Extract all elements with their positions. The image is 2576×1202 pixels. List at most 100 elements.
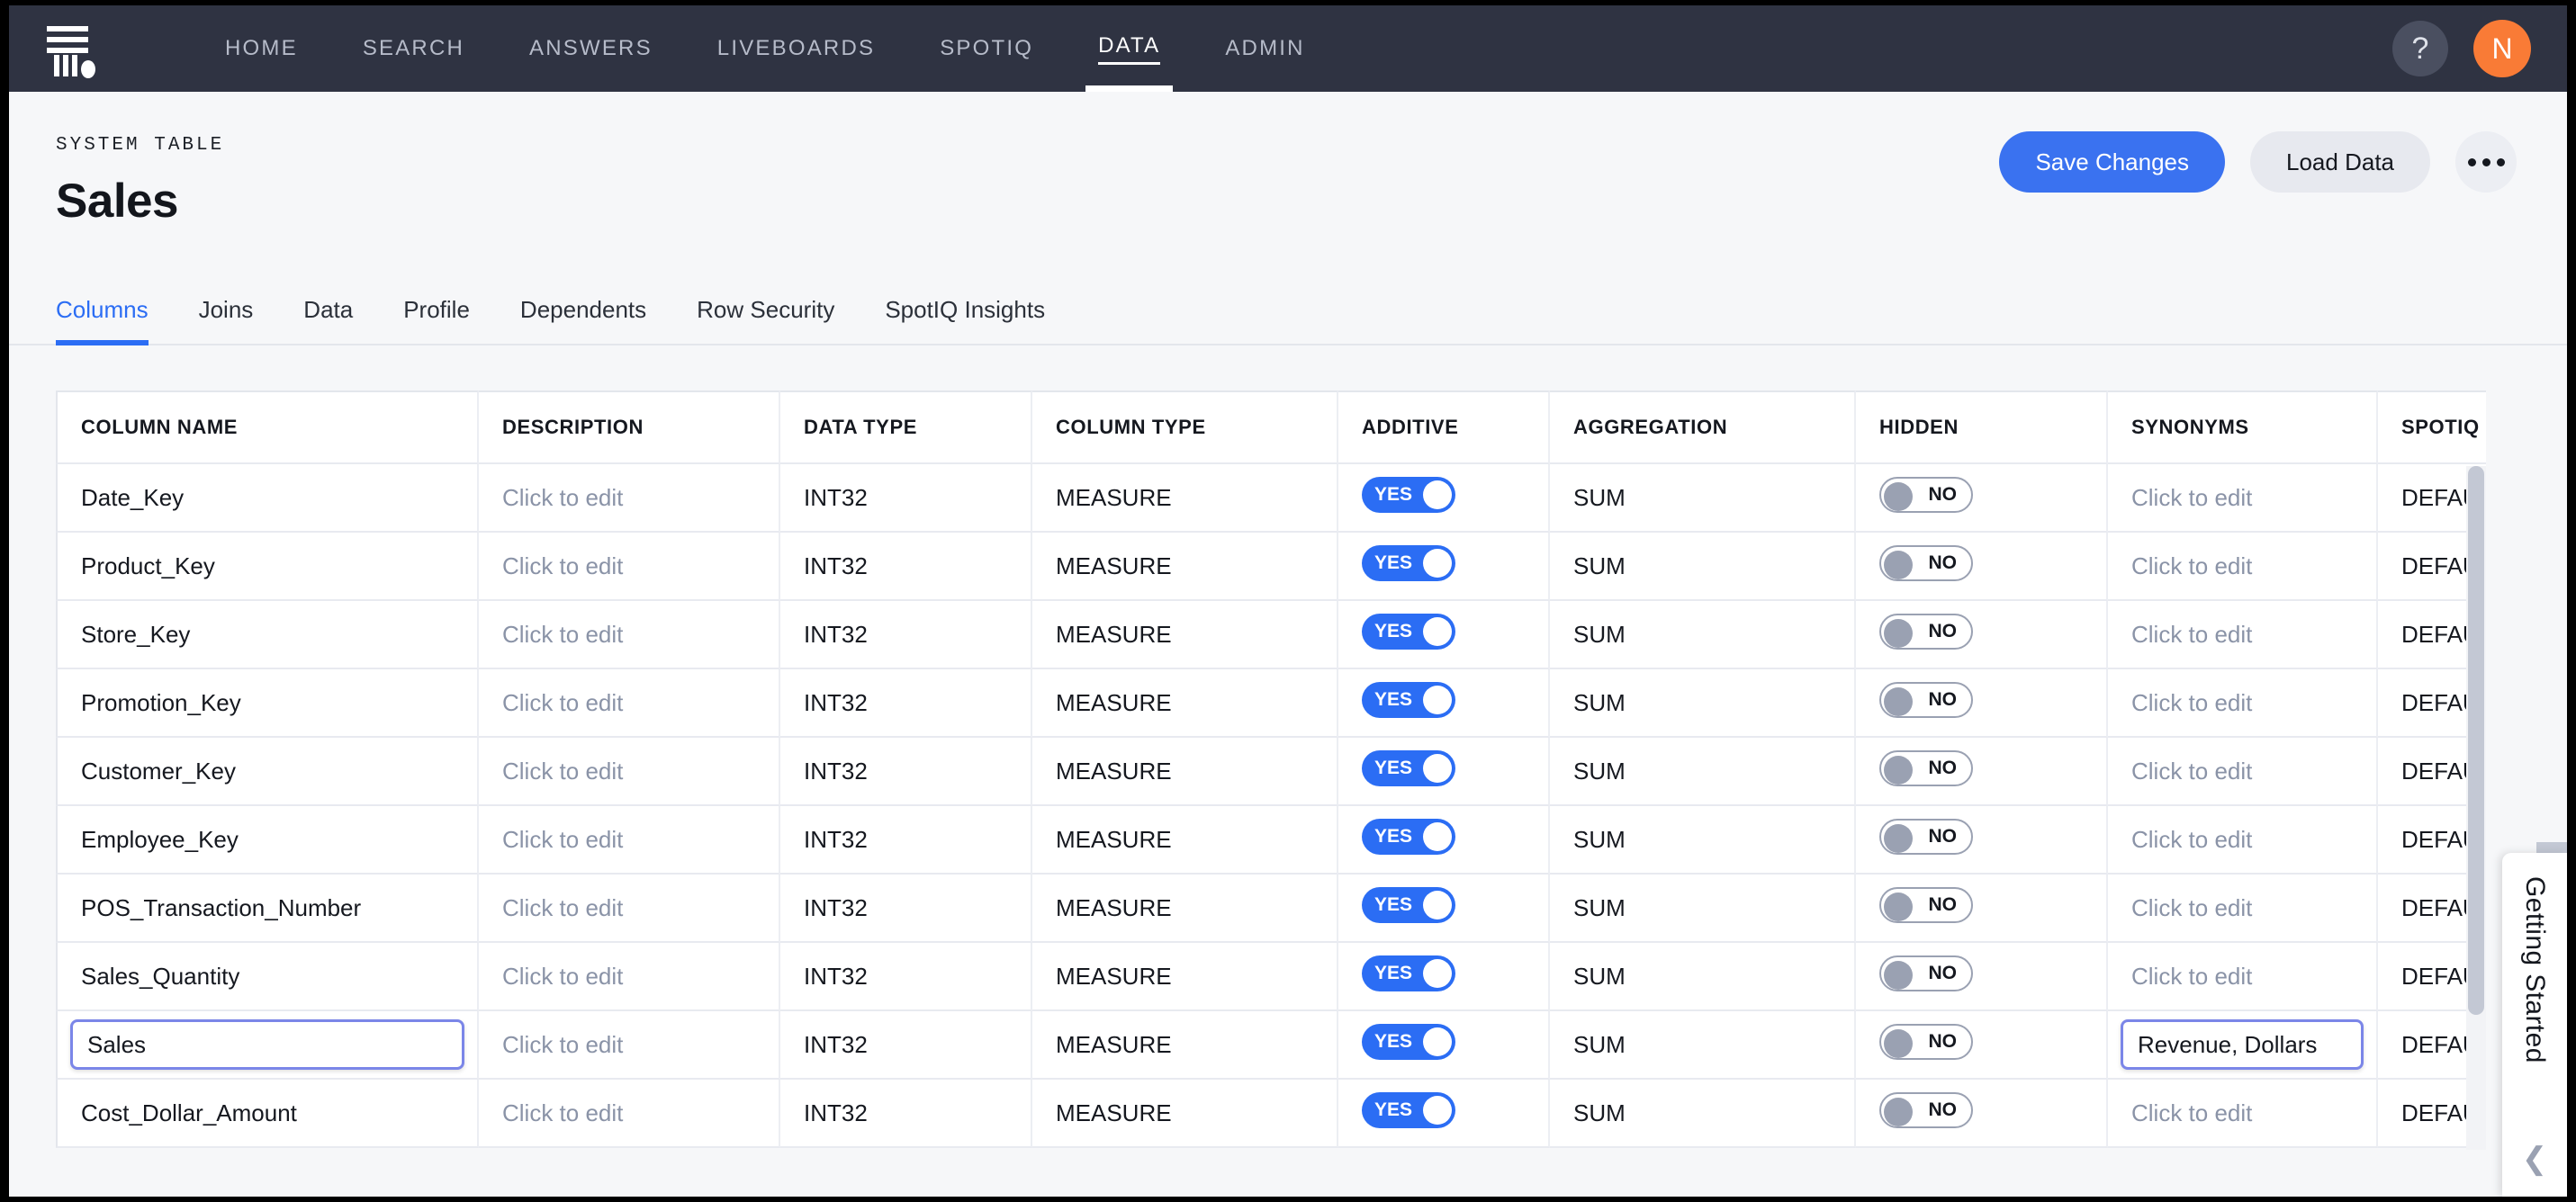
nav-item-liveboards[interactable]: LIVEBOARDS	[685, 5, 907, 92]
column-header-data-type[interactable]: DATA TYPE	[780, 390, 1032, 464]
nav-item-data[interactable]: DATA	[1066, 5, 1193, 92]
help-icon[interactable]: ?	[2392, 21, 2448, 76]
nav-item-spotiq[interactable]: SPOTIQ	[907, 5, 1066, 92]
column-name-input[interactable]: Sales	[56, 1011, 479, 1080]
getting-started-panel-tab[interactable]: Getting Started ❮	[2502, 853, 2567, 1197]
column-header-description[interactable]: DESCRIPTION	[479, 390, 780, 464]
tab-joins[interactable]: Joins	[174, 296, 279, 344]
aggregation-cell[interactable]: SUM	[1550, 601, 1856, 669]
additive-toggle[interactable]: YES	[1362, 818, 1455, 855]
additive-toggle[interactable]: YES	[1362, 544, 1455, 581]
column-type-cell[interactable]: MEASURE	[1032, 943, 1338, 1011]
additive-toggle[interactable]: YES	[1362, 749, 1455, 786]
synonyms-cell[interactable]: Click to edit	[2108, 533, 2378, 601]
data-type-cell[interactable]: INT32	[780, 943, 1032, 1011]
hidden-toggle[interactable]: NO	[1879, 1023, 1973, 1060]
column-name-cell[interactable]: POS_Transaction_Number	[56, 875, 479, 943]
hidden-toggle[interactable]: NO	[1879, 749, 1973, 786]
aggregation-cell[interactable]: SUM	[1550, 875, 1856, 943]
column-type-cell[interactable]: MEASURE	[1032, 1011, 1338, 1080]
column-name-cell[interactable]: Promotion_Key	[56, 669, 479, 738]
hidden-toggle[interactable]: NO	[1879, 955, 1973, 991]
column-type-cell[interactable]: MEASURE	[1032, 738, 1338, 806]
description-cell[interactable]: Click to edit	[479, 1011, 780, 1080]
data-type-cell[interactable]: INT32	[780, 1080, 1032, 1148]
tab-row-security[interactable]: Row Security	[671, 296, 860, 344]
column-type-cell[interactable]: MEASURE	[1032, 464, 1338, 533]
additive-toggle[interactable]: YES	[1362, 613, 1455, 650]
synonyms-input-value[interactable]: Revenue, Dollars	[2121, 1019, 2364, 1070]
additive-toggle[interactable]: YES	[1362, 886, 1455, 923]
additive-toggle[interactable]: YES	[1362, 955, 1455, 991]
data-type-cell[interactable]: INT32	[780, 1011, 1032, 1080]
additive-toggle[interactable]: YES	[1362, 1023, 1455, 1060]
column-name-cell[interactable]: Customer_Key	[56, 738, 479, 806]
aggregation-cell[interactable]: SUM	[1550, 806, 1856, 875]
description-cell[interactable]: Click to edit	[479, 1080, 780, 1148]
save-changes-button[interactable]: Save Changes	[1999, 131, 2226, 193]
additive-toggle[interactable]: YES	[1362, 1091, 1455, 1128]
data-type-cell[interactable]: INT32	[780, 464, 1032, 533]
aggregation-cell[interactable]: SUM	[1550, 943, 1856, 1011]
column-header-hidden[interactable]: HIDDEN	[1856, 390, 2108, 464]
aggregation-cell[interactable]: SUM	[1550, 1080, 1856, 1148]
data-type-cell[interactable]: INT32	[780, 875, 1032, 943]
column-header-column-name[interactable]: COLUMN NAME	[56, 390, 479, 464]
hidden-toggle[interactable]: NO	[1879, 613, 1973, 650]
synonyms-cell[interactable]: Click to edit	[2108, 1080, 2378, 1148]
description-cell[interactable]: Click to edit	[479, 875, 780, 943]
column-name-cell[interactable]: Employee_Key	[56, 806, 479, 875]
column-header-spotiq-pr[interactable]: SPOTIQ PR	[2378, 390, 2486, 464]
aggregation-cell[interactable]: SUM	[1550, 738, 1856, 806]
tab-dependents[interactable]: Dependents	[495, 296, 671, 344]
description-cell[interactable]: Click to edit	[479, 669, 780, 738]
data-type-cell[interactable]: INT32	[780, 806, 1032, 875]
thoughtspot-logo-icon[interactable]	[41, 21, 95, 78]
hidden-toggle[interactable]: NO	[1879, 476, 1973, 513]
nav-item-home[interactable]: HOME	[193, 5, 330, 92]
column-type-cell[interactable]: MEASURE	[1032, 806, 1338, 875]
aggregation-cell[interactable]: SUM	[1550, 669, 1856, 738]
synonyms-cell[interactable]: Click to edit	[2108, 601, 2378, 669]
column-type-cell[interactable]: MEASURE	[1032, 875, 1338, 943]
synonyms-cell[interactable]: Click to edit	[2108, 738, 2378, 806]
tab-data[interactable]: Data	[278, 296, 378, 344]
column-header-additive[interactable]: ADDITIVE	[1338, 390, 1550, 464]
column-type-cell[interactable]: MEASURE	[1032, 533, 1338, 601]
chevron-left-icon[interactable]: ❮	[2522, 1141, 2548, 1177]
synonyms-input[interactable]: Revenue, Dollars	[2108, 1011, 2378, 1080]
description-cell[interactable]: Click to edit	[479, 738, 780, 806]
hidden-toggle[interactable]: NO	[1879, 681, 1973, 718]
column-name-cell[interactable]: Date_Key	[56, 464, 479, 533]
table-vertical-scrollbar[interactable]	[2466, 466, 2486, 1150]
additive-toggle[interactable]: YES	[1362, 681, 1455, 718]
nav-item-search[interactable]: SEARCH	[330, 5, 497, 92]
additive-toggle[interactable]: YES	[1362, 476, 1455, 513]
aggregation-cell[interactable]: SUM	[1550, 1011, 1856, 1080]
tab-profile[interactable]: Profile	[378, 296, 495, 344]
nav-item-answers[interactable]: ANSWERS	[497, 5, 685, 92]
column-type-cell[interactable]: MEASURE	[1032, 601, 1338, 669]
hidden-toggle[interactable]: NO	[1879, 1091, 1973, 1128]
column-header-aggregation[interactable]: AGGREGATION	[1550, 390, 1856, 464]
column-name-cell[interactable]: Store_Key	[56, 601, 479, 669]
scrollbar-thumb[interactable]	[2468, 466, 2484, 1015]
synonyms-cell[interactable]: Click to edit	[2108, 806, 2378, 875]
column-type-cell[interactable]: MEASURE	[1032, 1080, 1338, 1148]
more-options-icon[interactable]	[2455, 131, 2517, 193]
column-header-synonyms[interactable]: SYNONYMS	[2108, 390, 2378, 464]
data-type-cell[interactable]: INT32	[780, 601, 1032, 669]
hidden-toggle[interactable]: NO	[1879, 818, 1973, 855]
column-name-cell[interactable]: Product_Key	[56, 533, 479, 601]
tab-spotiq-insights[interactable]: SpotIQ Insights	[860, 296, 1070, 344]
description-cell[interactable]: Click to edit	[479, 943, 780, 1011]
synonyms-cell[interactable]: Click to edit	[2108, 943, 2378, 1011]
column-type-cell[interactable]: MEASURE	[1032, 669, 1338, 738]
column-name-input-value[interactable]: Sales	[70, 1019, 464, 1070]
aggregation-cell[interactable]: SUM	[1550, 533, 1856, 601]
description-cell[interactable]: Click to edit	[479, 601, 780, 669]
synonyms-cell[interactable]: Click to edit	[2108, 464, 2378, 533]
aggregation-cell[interactable]: SUM	[1550, 464, 1856, 533]
nav-item-admin[interactable]: ADMIN	[1193, 5, 1337, 92]
synonyms-cell[interactable]: Click to edit	[2108, 875, 2378, 943]
